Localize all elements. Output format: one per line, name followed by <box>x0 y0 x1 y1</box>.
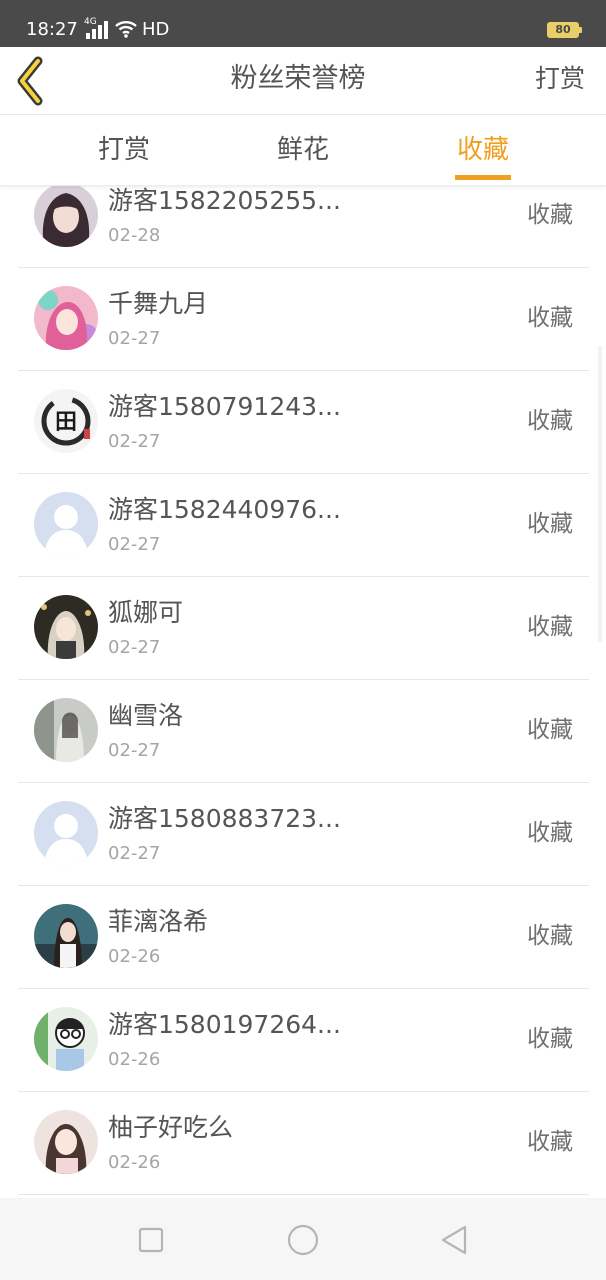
item-name: 游客1580883723... <box>108 804 341 833</box>
item-name: 菲漓洛希 <box>108 907 209 936</box>
item-name: 游客1582205255... <box>108 186 341 215</box>
avatar <box>34 286 98 350</box>
list-item[interactable]: 菲漓洛希 02-26 收藏 <box>0 886 606 989</box>
item-date: 02-27 <box>108 637 161 658</box>
list-item[interactable]: 游客1582440976... 02-27 收藏 <box>0 474 606 577</box>
avatar: 田 <box>34 389 98 453</box>
back-button[interactable] <box>10 53 54 109</box>
tab-indicator <box>455 175 511 180</box>
item-date: 02-26 <box>108 946 161 967</box>
scrollbar[interactable] <box>598 346 602 642</box>
item-date: 02-27 <box>108 328 161 349</box>
list-item[interactable]: 游客1580197264... 02-26 收藏 <box>0 989 606 1092</box>
avatar <box>34 698 98 762</box>
avatar <box>34 801 98 865</box>
hd-indicator: HD <box>142 19 170 40</box>
item-action: 收藏 <box>527 923 573 949</box>
back-triangle-icon[interactable] <box>435 1220 475 1260</box>
item-action: 收藏 <box>527 717 573 743</box>
item-date: 02-28 <box>108 225 161 246</box>
item-action: 收藏 <box>527 1129 573 1155</box>
list-item[interactable]: 柚子好吃么 02-26 收藏 <box>0 1092 606 1195</box>
item-action: 收藏 <box>527 614 573 640</box>
item-name: 狐娜可 <box>108 598 184 627</box>
list-item[interactable]: 狐娜可 02-27 收藏 <box>0 577 606 680</box>
item-name: 游客1580791243... <box>108 392 341 421</box>
battery-level: 80 <box>555 23 571 36</box>
item-action: 收藏 <box>527 305 573 331</box>
item-date: 02-26 <box>108 1152 161 1173</box>
page-title: 粉丝荣誉榜 <box>230 63 366 94</box>
screen: 18:27 4G HD 80 粉丝荣誉榜 打赏 打赏 鲜花 收藏 游客15822… <box>0 0 606 1280</box>
recent-apps-icon[interactable] <box>131 1220 171 1260</box>
header: 粉丝荣誉榜 打赏 <box>0 47 606 115</box>
list-item[interactable]: 游客1580883723... 02-27 收藏 <box>0 783 606 886</box>
item-action: 收藏 <box>527 202 573 228</box>
battery-cap <box>579 27 582 33</box>
wifi-icon <box>115 21 137 38</box>
list-item[interactable]: 田 游客1580791243... 02-27 收藏 <box>0 371 606 474</box>
tab-favorites[interactable]: 收藏 <box>403 115 563 185</box>
avatar <box>34 1110 98 1174</box>
item-date: 02-27 <box>108 843 161 864</box>
reward-button[interactable]: 打赏 <box>520 61 600 97</box>
avatar <box>34 492 98 556</box>
item-name: 游客1582440976... <box>108 495 341 524</box>
list-item[interactable]: 幽雪洛 02-27 收藏 <box>0 680 606 783</box>
item-date: 02-27 <box>108 740 161 761</box>
item-action: 收藏 <box>527 511 573 537</box>
fan-list[interactable]: 游客1582205255... 02-28 收藏 千舞九月 02-27 收藏 田… <box>0 186 606 1198</box>
navigation-bar <box>0 1198 606 1280</box>
tab-bar: 打赏 鲜花 收藏 <box>0 115 606 186</box>
tab-reward[interactable]: 打赏 <box>44 115 204 185</box>
status-time: 18:27 <box>26 19 78 40</box>
list-item[interactable]: 游客1582205255... 02-28 收藏 <box>0 186 606 268</box>
item-action: 收藏 <box>527 1026 573 1052</box>
avatar <box>34 186 98 247</box>
home-icon[interactable] <box>283 1220 323 1260</box>
avatar <box>34 1007 98 1071</box>
item-action: 收藏 <box>527 408 573 434</box>
item-name: 千舞九月 <box>108 289 209 318</box>
item-name: 幽雪洛 <box>108 701 184 730</box>
tab-flowers[interactable]: 鲜花 <box>223 115 383 185</box>
list-item[interactable]: 千舞九月 02-27 收藏 <box>0 268 606 371</box>
avatar-logo-char: 田 <box>55 410 77 435</box>
item-date: 02-27 <box>108 431 161 452</box>
tab-favorites-label: 收藏 <box>456 135 509 165</box>
chevron-left-icon <box>17 56 43 106</box>
item-name: 柚子好吃么 <box>108 1113 234 1142</box>
item-date: 02-26 <box>108 1049 161 1070</box>
item-name: 游客1580197264... <box>108 1010 341 1039</box>
avatar <box>34 595 98 659</box>
item-action: 收藏 <box>527 820 573 846</box>
status-bar: 18:27 4G HD 80 <box>0 0 606 47</box>
item-date: 02-27 <box>108 534 161 555</box>
divider <box>18 1194 589 1195</box>
signal-icon <box>86 21 108 39</box>
avatar <box>34 904 98 968</box>
battery-icon: 80 <box>547 22 579 38</box>
